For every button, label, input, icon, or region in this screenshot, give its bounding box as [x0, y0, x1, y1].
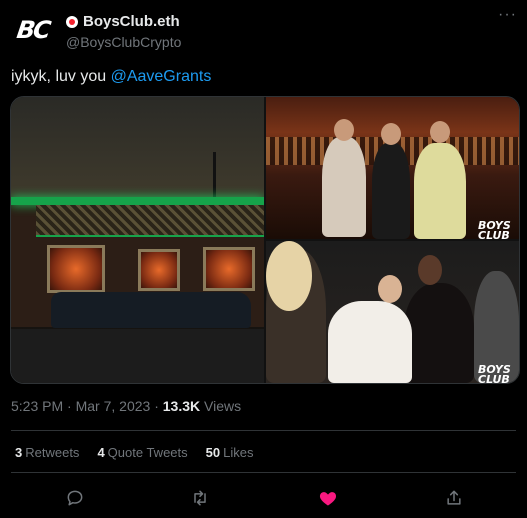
tweet-text: iykyk, luv you @AaveGrants — [11, 68, 211, 86]
display-name[interactable]: BoysClub.eth — [83, 13, 180, 30]
views-count: 13.3K — [162, 398, 201, 414]
media-grid: BOYS CLUB BOYS CLUB — [10, 96, 520, 384]
heart-icon[interactable] — [318, 488, 338, 508]
photo-bar[interactable]: BOYS CLUB — [266, 97, 519, 239]
watermark-logo: BOYS CLUB — [478, 219, 511, 239]
avatar[interactable]: BC — [11, 12, 55, 48]
watermark-line: CLUB — [478, 373, 510, 383]
views-label: Views — [204, 398, 242, 414]
engagement-stats: 3 Retweets 4 Quote Tweets 50 Likes — [15, 445, 253, 460]
divider — [11, 430, 516, 431]
photo-building[interactable] — [11, 97, 264, 383]
reply-icon[interactable] — [65, 488, 85, 508]
tweet: BC BoysClub.eth @BoysClubCrypto ··· iyky… — [0, 0, 527, 518]
watermark-line: CLUB — [478, 229, 510, 239]
more-dots-icon[interactable]: ··· — [498, 7, 517, 23]
affiliation-badge-icon — [66, 15, 78, 28]
photo-crowd[interactable]: BOYS CLUB — [266, 241, 519, 383]
tweet-time[interactable]: 5:23 PM — [11, 398, 63, 414]
quote-tweets-stat[interactable]: 4 Quote Tweets — [97, 445, 187, 460]
divider — [11, 472, 516, 473]
share-icon[interactable] — [444, 488, 464, 508]
meta-separator: · — [67, 398, 72, 414]
likes-stat[interactable]: 50 Likes — [206, 445, 254, 460]
retweets-stat[interactable]: 3 Retweets — [15, 445, 79, 460]
retweet-icon[interactable] — [190, 488, 210, 508]
mention-link[interactable]: @AaveGrants — [111, 68, 212, 85]
tweet-meta: 5:23 PM · Mar 7, 2023 · 13.3K Views — [11, 398, 241, 414]
watermark-logo: BOYS CLUB — [478, 363, 511, 383]
author-name-row: BoysClub.eth — [66, 13, 180, 30]
tweet-body: iykyk, luv you — [11, 68, 111, 85]
meta-separator: · — [154, 398, 159, 414]
user-handle[interactable]: @BoysClubCrypto — [66, 34, 181, 50]
avatar-text: BC — [15, 16, 51, 44]
tweet-date[interactable]: Mar 7, 2023 — [76, 398, 151, 414]
action-bar — [0, 486, 527, 512]
